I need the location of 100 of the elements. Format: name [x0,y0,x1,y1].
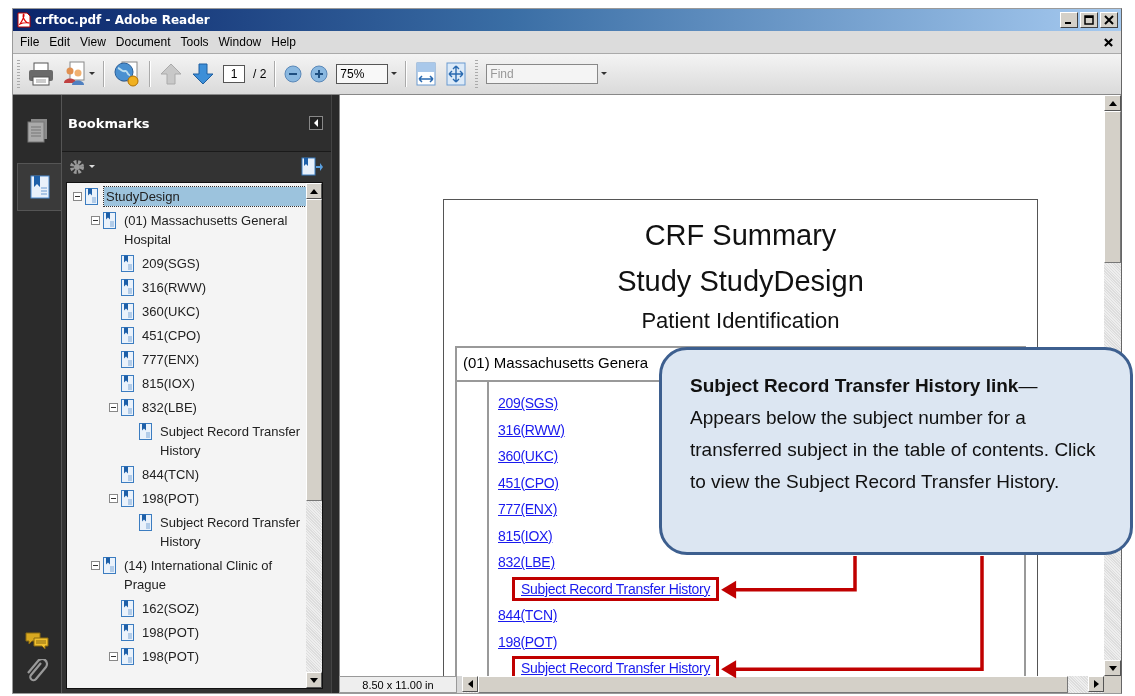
scrollbar[interactable] [462,676,1104,693]
menu-item[interactable]: Window [214,33,268,51]
new-bookmark-icon[interactable] [301,157,323,177]
bookmark-item[interactable]: 198(POT) [140,489,202,508]
collapse-button[interactable] [309,116,323,130]
bookmark-icon [120,623,135,642]
caret-icon[interactable] [391,72,398,76]
bookmark-icon [138,422,153,441]
collapse-icon[interactable] [91,216,100,225]
link[interactable]: 451(CPO) [489,470,568,495]
close-icon[interactable] [1104,37,1113,47]
bookmark-item[interactable]: StudyDesign [104,187,306,206]
link[interactable]: 832(LBE) [489,550,564,575]
fit-page-icon[interactable] [445,62,468,86]
close-button[interactable] [1100,12,1118,28]
collapse-icon[interactable] [109,403,118,412]
menu-item[interactable]: View [76,33,112,51]
caret-icon[interactable] [89,72,95,76]
collapse-icon[interactable] [109,494,118,503]
panel-tab[interactable] [17,163,61,211]
up-triangle-icon[interactable] [310,188,318,194]
bookmark-item[interactable]: Subject Record Transfer History [158,422,306,460]
menu-item[interactable]: Tools [176,33,215,51]
bookmark-icon [120,374,135,393]
bookmark-icon [120,647,135,666]
zoom-field[interactable]: 75% [336,64,389,84]
page-size-label: 8.50 x 11.00 in [339,676,457,693]
link[interactable]: 198(POT) [489,629,567,654]
page-count: / 2 [253,67,267,81]
bookmark-item[interactable]: 198(POT) [140,623,202,642]
people-document-icon[interactable] [62,61,86,87]
bookmark-item[interactable]: 832(LBE) [140,398,199,417]
collapse-icon[interactable] [91,561,100,570]
caret-icon[interactable] [601,72,608,76]
up-triangle-icon[interactable] [1108,100,1117,106]
bookmark-item[interactable]: 198(POT) [140,647,202,666]
pages-icon[interactable] [26,118,48,144]
comments-icon[interactable] [25,631,49,651]
close-icon[interactable] [1104,15,1114,25]
study-title: Study StudyDesign [616,264,865,299]
bookmark-item[interactable]: (14) International Clinic of Prague [122,556,306,594]
bookmark-icon [84,187,99,206]
bookmark-icon [120,254,135,273]
bookmark-icon [120,278,135,297]
bookmark-icon [120,489,135,508]
bookmark-icon [102,211,117,230]
bookmark-item[interactable]: 451(CPO) [140,326,203,345]
down-arrow-icon[interactable] [191,62,215,86]
bookmark-item[interactable]: 360(UKC) [140,302,202,321]
link[interactable]: Subject Record Transfer History [512,576,720,601]
menu-item[interactable]: Edit [45,33,77,51]
bookmark-icon [120,326,135,345]
left-triangle-icon[interactable] [467,680,473,688]
scrollbar[interactable] [306,183,322,688]
panel-title: Bookmarks [68,115,150,131]
bookmark-item[interactable]: 777(ENX) [140,350,202,369]
menu-item[interactable]: Help [267,33,302,51]
bookmark-item[interactable]: 844(TCN) [140,465,202,484]
print-icon[interactable] [28,61,54,87]
menu-item[interactable]: Document [111,33,177,51]
section-title: Patient Identification [640,307,841,335]
bookmark-item[interactable]: 316(RWW) [140,278,209,297]
bookmark-icon [120,465,135,484]
link[interactable]: 777(ENX) [489,497,567,522]
maximize-button[interactable] [1080,12,1098,28]
left-triangle-icon[interactable] [313,119,319,127]
bookmark-item[interactable]: (01) Massachusetts General Hospital [122,211,306,249]
zoom-in-icon[interactable] [310,65,329,83]
window-title: crftoc.pdf - Adobe Reader [35,13,211,27]
bookmark-item[interactable]: 162(SOZ) [140,599,202,618]
bookmark-icon [120,599,135,618]
maximize-icon[interactable] [1084,15,1094,25]
globe-document-icon[interactable] [113,60,141,88]
bookmark-icon [102,556,117,575]
collapse-icon[interactable] [73,192,82,201]
page-number-field[interactable]: 1 [223,65,245,83]
link[interactable]: 316(RWW) [489,417,574,442]
bookmark-item[interactable]: 815(IOX) [140,374,197,393]
right-triangle-icon[interactable] [1093,680,1099,688]
bookmark-icon [138,513,153,532]
menu-item[interactable]: File [16,33,46,51]
find-field[interactable]: Find [486,64,599,84]
options-button[interactable] [68,158,96,176]
zoom-out-icon[interactable] [284,65,303,83]
paperclip-icon[interactable] [25,659,49,683]
bookmark-icon [120,302,135,321]
fit-width-icon[interactable] [415,62,438,86]
link[interactable]: 209(SGS) [489,391,567,416]
bookmark-item[interactable]: 209(SGS) [140,254,202,273]
bookmark-item[interactable]: Subject Record Transfer History [158,513,306,551]
link[interactable]: 360(UKC) [489,444,567,469]
down-triangle-icon[interactable] [1108,665,1117,671]
link[interactable]: 815(IOX) [489,523,562,548]
document-title: CRF Summary [643,218,838,253]
link[interactable]: 844(TCN) [489,603,567,628]
collapse-icon[interactable] [109,652,118,661]
minimize-button[interactable] [1060,12,1078,28]
bookmark-icon [120,398,135,417]
bookmark-icon[interactable] [28,174,51,200]
down-triangle-icon[interactable] [310,677,318,683]
